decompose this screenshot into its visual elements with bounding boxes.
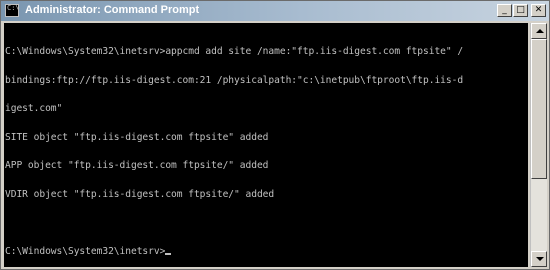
scrollbar-thumb[interactable]	[531, 39, 547, 179]
scroll-down-button[interactable]	[531, 251, 547, 267]
console-text: C:\Windows\System32\inetsrv>appcmd add s…	[5, 28, 528, 267]
window-title: Administrator: Command Prompt	[25, 4, 200, 16]
vertical-scrollbar[interactable]	[530, 23, 547, 267]
arrow-down-icon	[536, 257, 544, 261]
console-line: C:\Windows\System32\inetsrv>appcmd add s…	[5, 46, 464, 57]
text-cursor	[165, 253, 172, 255]
console-line: igest.com"	[5, 103, 63, 114]
scrollbar-track[interactable]	[531, 39, 547, 251]
console-line: SITE object "ftp.iis-digest.com ftpsite"…	[5, 131, 269, 143]
title-bar[interactable]: Administrator: Command Prompt _ □ ✕	[1, 1, 549, 21]
console-output-area[interactable]: C:\Windows\System32\inetsrv>appcmd add s…	[4, 23, 528, 267]
arrow-up-icon	[536, 29, 544, 33]
close-button[interactable]: ✕	[531, 4, 546, 17]
scroll-up-button[interactable]	[531, 23, 547, 39]
console-line: APP object "ftp.iis-digest.com ftpsite/"…	[5, 160, 269, 171]
console-prompt-line[interactable]: C:\Windows\System32\inetsrv>	[5, 245, 528, 257]
console-line: bindings:ftp://ftp.iis-digest.com:21 /ph…	[5, 74, 464, 86]
console-line: VDIR object "ftp.iis-digest.com ftpsite/…	[5, 188, 275, 200]
minimize-button[interactable]: _	[497, 4, 512, 17]
maximize-button[interactable]: □	[513, 4, 528, 17]
command-prompt-window: Administrator: Command Prompt _ □ ✕ C:\W…	[0, 0, 550, 270]
console-prompt: C:\Windows\System32\inetsrv>	[5, 245, 166, 257]
cmd-icon[interactable]	[5, 4, 20, 17]
